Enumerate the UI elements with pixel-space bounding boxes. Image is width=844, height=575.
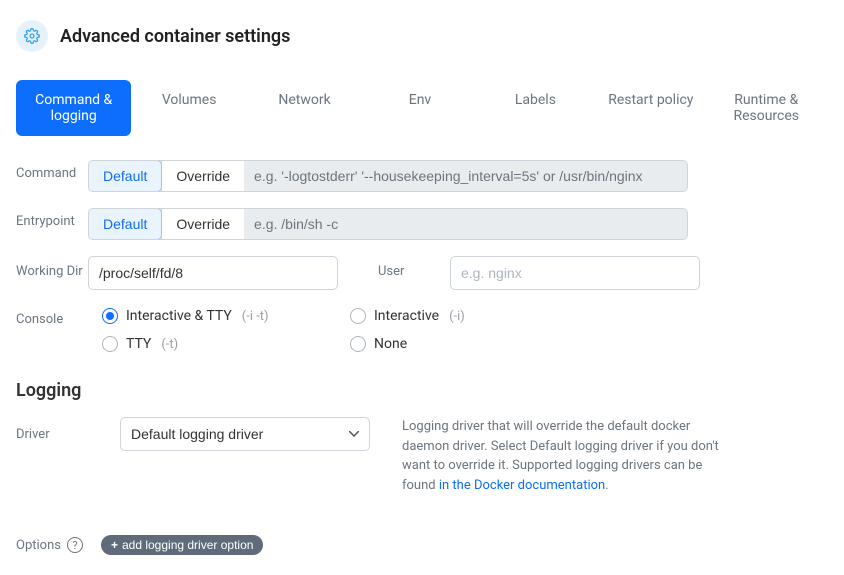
tab-labels[interactable]: Labels [478,80,593,136]
user-input[interactable] [450,256,700,290]
tabs: Command & logging Volumes Network Env La… [16,80,824,136]
radio-hint: (-t) [161,337,178,352]
plus-icon: + [111,538,118,552]
radio-icon [102,336,118,352]
driver-label: Driver [16,417,88,442]
page-title: Advanced container settings [60,26,290,47]
radio-icon [350,308,366,324]
console-interactive-tty-radio[interactable]: Interactive & TTY (-i -t) [102,308,336,324]
tab-volumes[interactable]: Volumes [131,80,246,136]
console-tty-radio[interactable]: TTY (-t) [102,336,336,352]
driver-select[interactable]: Default logging driver [120,417,370,451]
console-interactive-radio[interactable]: Interactive (-i) [350,308,584,324]
entrypoint-default-button[interactable]: Default [88,208,162,240]
radio-icon [350,336,366,352]
options-label: Options [16,538,61,553]
console-none-radio[interactable]: None [350,336,584,352]
console-label: Console [16,306,88,327]
help-icon[interactable]: ? [67,537,83,553]
entrypoint-label: Entrypoint [16,208,88,229]
user-label: User [378,256,450,279]
driver-help-text: Logging driver that will override the de… [402,417,722,495]
radio-label: Interactive [374,308,439,324]
docker-docs-link[interactable]: in the Docker documentation [439,478,605,493]
radio-hint: (-i) [449,309,465,324]
tab-command-logging[interactable]: Command & logging [16,80,131,136]
radio-label: Interactive & TTY [126,308,232,324]
entrypoint-mode-toggle: Default Override [88,208,244,240]
logging-heading: Logging [16,380,824,401]
tab-network[interactable]: Network [247,80,362,136]
command-mode-toggle: Default Override [88,160,244,192]
entrypoint-override-button[interactable]: Override [161,209,244,239]
command-default-button[interactable]: Default [88,160,162,192]
add-logging-option-button[interactable]: +add logging driver option [101,535,263,555]
tab-runtime-resources[interactable]: Runtime & Resources [709,80,824,136]
command-label: Command [16,160,88,181]
entrypoint-input[interactable] [244,208,688,240]
working-dir-label: Working Dir [16,256,88,279]
gear-icon [16,20,48,52]
radio-label: TTY [126,336,151,352]
radio-label: None [374,336,407,352]
tab-env[interactable]: Env [362,80,477,136]
command-input[interactable] [244,160,688,192]
command-override-button[interactable]: Override [161,161,244,191]
tab-restart-policy[interactable]: Restart policy [593,80,708,136]
radio-icon [102,308,118,324]
working-dir-input[interactable] [88,256,338,290]
radio-hint: (-i -t) [242,309,269,324]
